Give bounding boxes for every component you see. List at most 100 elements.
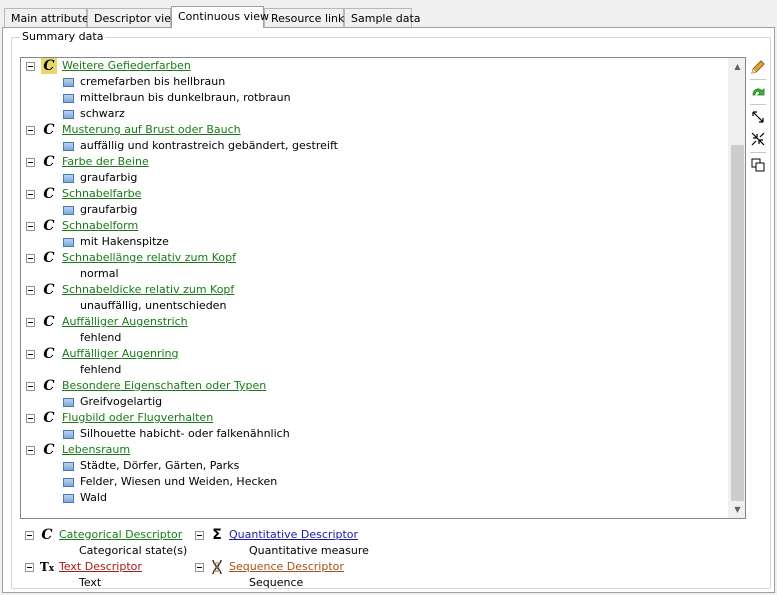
legend-text-toggle[interactable]	[25, 563, 34, 572]
image-icon	[63, 78, 74, 87]
descriptor-legend: C Categorical Descriptor Categorical sta…	[12, 527, 772, 589]
collapse-toggle-icon[interactable]	[26, 62, 35, 71]
descriptor-link[interactable]: Flugbild oder Flugverhalten	[62, 410, 213, 426]
collapse-toggle-icon[interactable]	[26, 190, 35, 199]
state-text: mittelbraun bis dunkelbraun, rotbraun	[80, 91, 291, 104]
categorical-icon: C	[43, 122, 55, 138]
state-row[interactable]: auffällig und kontrastreich gebändert, g…	[21, 138, 721, 154]
descriptor-link[interactable]: Musterung auf Brust oder Bauch	[62, 122, 241, 138]
legend-categorical-label[interactable]: Categorical Descriptor	[59, 527, 182, 543]
collapse-toggle-icon[interactable]	[26, 126, 35, 135]
categorical-icon: C	[43, 154, 55, 170]
state-text: normal	[80, 267, 119, 280]
state-text: Städte, Dörfer, Gärten, Parks	[80, 459, 240, 472]
pencil-icon[interactable]	[748, 57, 768, 77]
state-text: graufarbig	[80, 203, 138, 216]
vertical-scrollbar[interactable]: ▲ ▼	[728, 58, 745, 518]
collapse-toggle-icon[interactable]	[26, 222, 35, 231]
undo-arrow-icon[interactable]	[748, 82, 768, 102]
categorical-icon: C	[43, 282, 55, 298]
descriptor-link[interactable]: Lebensraum	[62, 442, 130, 458]
state-row[interactable]: graufarbig	[21, 170, 721, 186]
state-row[interactable]: mit Hakenspitze	[21, 234, 721, 250]
descriptor-link[interactable]: Schnabeldicke relativ zum Kopf	[62, 282, 234, 298]
sigma-icon: Σ	[212, 527, 222, 543]
categorical-icon: C	[43, 186, 55, 202]
collapse-toggle-icon[interactable]	[26, 158, 35, 167]
descriptor-row[interactable]: C Auffälliger Augenring	[21, 346, 721, 362]
legend-text-label[interactable]: Text Descriptor	[59, 559, 142, 575]
collapse-toggle-icon[interactable]	[26, 446, 35, 455]
state-row[interactable]: Städte, Dörfer, Gärten, Parks	[21, 458, 721, 474]
descriptor-row[interactable]: C Farbe der Beine	[21, 154, 721, 170]
descriptor-row[interactable]: C Schnabeldicke relativ zum Kopf	[21, 282, 721, 298]
descriptor-row[interactable]: C Schnabellänge relativ zum Kopf	[21, 250, 721, 266]
collapse-toggle-icon[interactable]	[26, 286, 35, 295]
state-row[interactable]: Silhouette habicht- oder falkenähnlich	[21, 426, 721, 442]
tab-sample-data[interactable]: Sample data	[344, 8, 421, 27]
state-row[interactable]: schwarz	[21, 106, 721, 122]
legend-quantitative-toggle[interactable]	[195, 531, 204, 540]
image-icon	[63, 142, 74, 151]
copy-icon[interactable]	[748, 155, 768, 175]
legend-categorical-toggle[interactable]	[25, 531, 34, 540]
legend-sequence-label[interactable]: Sequence Descriptor	[229, 559, 344, 575]
legend-sequence-toggle[interactable]	[195, 563, 204, 572]
legend-quantitative-label[interactable]: Quantitative Descriptor	[229, 527, 358, 543]
categorical-icon: C	[43, 218, 55, 234]
dna-icon	[209, 559, 225, 575]
categorical-icon: C	[43, 346, 55, 362]
scroll-thumb[interactable]	[731, 145, 744, 501]
descriptor-row[interactable]: C Auffälliger Augenstrich	[21, 314, 721, 330]
collapse-toggle-icon[interactable]	[26, 254, 35, 263]
descriptor-link[interactable]: Schnabellänge relativ zum Kopf	[62, 250, 236, 266]
descriptor-link[interactable]: Auffälliger Augenstrich	[62, 314, 188, 330]
continuous-view-panel: Summary data C Weitere Gefiederfarben crem…	[2, 27, 775, 593]
tab-main-attributes[interactable]: Main attributes	[4, 8, 94, 27]
descriptor-row[interactable]: C Schnabelfarbe	[21, 186, 721, 202]
legend-text-sub: Text	[79, 576, 102, 589]
collapse-toggle-icon[interactable]	[26, 382, 35, 391]
descriptor-row[interactable]: C Besondere Eigenschaften oder Typen	[21, 378, 721, 394]
state-text: unauffällig, unentschieden	[80, 299, 227, 312]
summary-tree[interactable]: C Weitere Gefiederfarben cremefarben bis h…	[20, 57, 746, 519]
state-row[interactable]: unauffällig, unentschieden	[21, 298, 721, 314]
state-row[interactable]: Wald	[21, 490, 721, 506]
expand-icon[interactable]	[748, 107, 768, 127]
descriptor-row[interactable]: C Lebensraum	[21, 442, 721, 458]
text-tx-icon: Tx	[39, 560, 55, 574]
state-text: schwarz	[80, 107, 125, 120]
scroll-up-icon[interactable]: ▲	[729, 58, 745, 75]
descriptor-row[interactable]: C Schnabelform	[21, 218, 721, 234]
state-row[interactable]: Felder, Wiesen und Weiden, Hecken	[21, 474, 721, 490]
descriptor-link[interactable]: Besondere Eigenschaften oder Typen	[62, 378, 266, 394]
categorical-icon: C	[41, 527, 53, 543]
descriptor-link[interactable]: Schnabelform	[62, 218, 138, 234]
image-icon	[63, 430, 74, 439]
state-row[interactable]: graufarbig	[21, 202, 721, 218]
collapse-toggle-icon[interactable]	[26, 414, 35, 423]
tab-continuous-view[interactable]: Continuous view	[171, 6, 269, 28]
descriptor-row[interactable]: C Flugbild oder Flugverhalten	[21, 410, 721, 426]
state-row[interactable]: mittelbraun bis dunkelbraun, rotbraun	[21, 90, 721, 106]
state-text: cremefarben bis hellbraun	[80, 75, 226, 88]
state-row[interactable]: fehlend	[21, 330, 721, 346]
descriptor-link[interactable]: Weitere Gefiederfarben	[62, 58, 191, 74]
scroll-down-icon[interactable]: ▼	[729, 501, 745, 518]
collapse-toggle-icon[interactable]	[26, 318, 35, 327]
collapse-icon[interactable]	[748, 129, 768, 149]
state-row[interactable]: fehlend	[21, 362, 721, 378]
descriptor-link[interactable]: Farbe der Beine	[62, 154, 149, 170]
state-row[interactable]: Greifvogelartig	[21, 394, 721, 410]
tab-resource-links[interactable]: Resource links	[264, 8, 350, 27]
descriptor-link[interactable]: Auffälliger Augenring	[62, 346, 179, 362]
descriptor-row[interactable]: C Musterung auf Brust oder Bauch	[21, 122, 721, 138]
state-row[interactable]: cremefarben bis hellbraun	[21, 74, 721, 90]
descriptor-link[interactable]: Schnabelfarbe	[62, 186, 141, 202]
descriptor-row[interactable]: C Weitere Gefiederfarben	[21, 58, 721, 74]
tab-descriptor-view[interactable]: Descriptor view	[87, 8, 180, 27]
collapse-toggle-icon[interactable]	[26, 350, 35, 359]
image-icon	[63, 398, 74, 407]
state-row[interactable]: normal	[21, 266, 721, 282]
state-text: fehlend	[80, 363, 122, 376]
